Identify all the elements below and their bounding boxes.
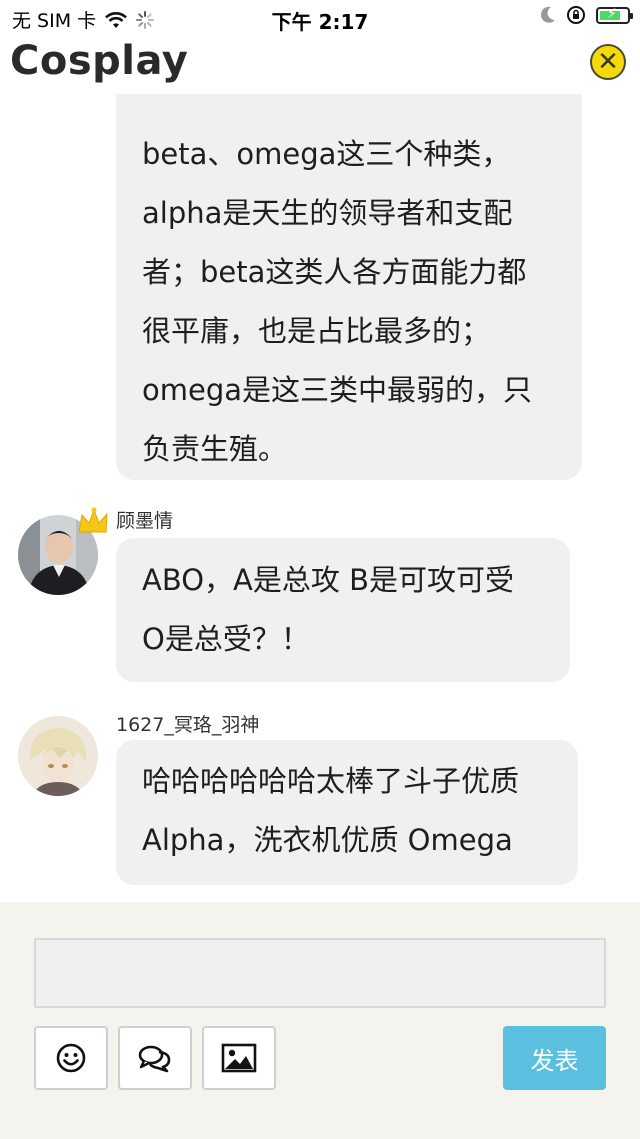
status-bar: 无 SIM 卡 下午 2:17 ⚡ — [0, 0, 640, 36]
message-line: 者；beta这类人各方面能力都 — [142, 255, 527, 289]
charging-bolt-icon: ⚡ — [607, 5, 617, 22]
message-bubble: ABO，A是总攻 B是可攻可受 O是总受？！ — [116, 538, 570, 682]
message-line-cut — [142, 94, 556, 125]
username[interactable]: 顾墨情 — [116, 506, 173, 533]
message-line: beta、omega这三个种类， — [142, 137, 511, 171]
message-line: ABO，A是总攻 B是可攻可受 — [142, 563, 515, 597]
avatar[interactable] — [18, 716, 98, 796]
moon-icon — [540, 6, 555, 23]
image-button[interactable] — [202, 1026, 276, 1090]
username[interactable]: 1627_冥珞_羽神 — [116, 710, 259, 737]
composer: 发表 — [0, 902, 640, 1139]
comment-input[interactable] — [34, 938, 606, 1008]
page-title: Cosplay — [10, 38, 189, 84]
close-icon: ✕ — [597, 47, 619, 77]
emoji-button[interactable] — [34, 1026, 108, 1090]
send-button[interactable]: 发表 — [503, 1026, 606, 1090]
chat-button[interactable] — [118, 1026, 192, 1090]
orientation-lock-icon — [567, 6, 585, 24]
message-line: 很平庸，也是占比最多的； — [142, 314, 491, 348]
message-line: Alpha，洗衣机优质 Omega — [142, 823, 513, 857]
close-button[interactable]: ✕ — [590, 44, 626, 80]
message-line: O是总受？！ — [142, 622, 310, 656]
message-line: omega是这三类中最弱的，只 — [142, 373, 533, 407]
chat-list[interactable]: beta、omega这三个种类， alpha是天生的领导者和支配 者；beta这… — [0, 94, 640, 902]
message-line: 负责生殖。 — [142, 432, 288, 466]
header: Cosplay ✕ — [0, 36, 640, 94]
emoji-icon — [56, 1043, 86, 1073]
chat-bubbles-icon — [138, 1045, 171, 1073]
status-right: ⚡ — [540, 5, 633, 25]
image-icon — [221, 1043, 257, 1073]
message-bubble: 哈哈哈哈哈哈太棒了斗子优质 Alpha，洗衣机优质 Omega — [116, 740, 578, 885]
message-line: 哈哈哈哈哈哈太棒了斗子优质 — [142, 764, 520, 798]
battery-icon: ⚡ — [596, 5, 633, 24]
crown-icon — [78, 507, 108, 533]
avatar-anime-character-icon — [18, 716, 98, 796]
message-line: alpha是天生的领导者和支配 — [142, 196, 513, 230]
message-bubble: beta、omega这三个种类， alpha是天生的领导者和支配 者；beta这… — [116, 94, 582, 480]
